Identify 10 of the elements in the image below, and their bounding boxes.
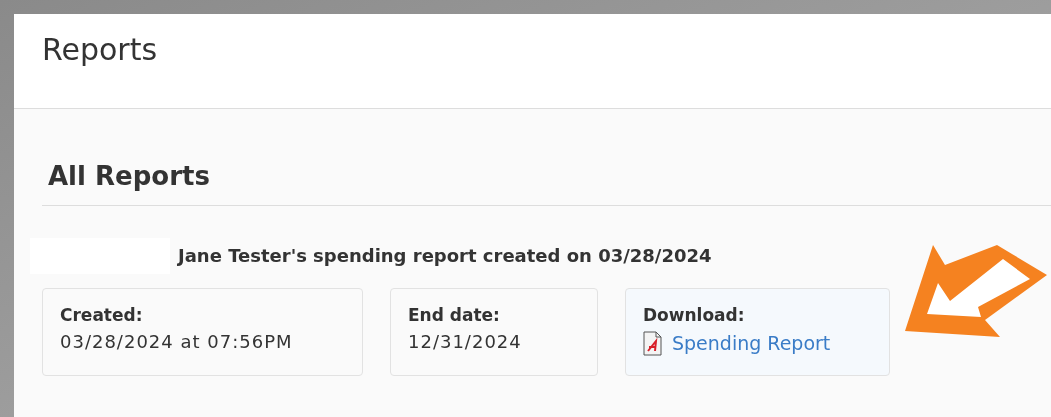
download-link[interactable]: Spending Report	[672, 330, 831, 356]
card-value: 03/28/2024 at 07:56PM	[60, 330, 293, 354]
section-title: All Reports	[48, 160, 210, 193]
card-label: End date:	[408, 304, 500, 327]
report-heading: Jane Tester's spending report created on 03/28/2024	[178, 244, 712, 268]
card-label: Created:	[60, 304, 143, 327]
pdf-icon	[643, 330, 662, 356]
page-title: Reports	[42, 31, 158, 69]
card-label: Download:	[643, 304, 745, 327]
card-value: 12/31/2024	[408, 330, 522, 354]
